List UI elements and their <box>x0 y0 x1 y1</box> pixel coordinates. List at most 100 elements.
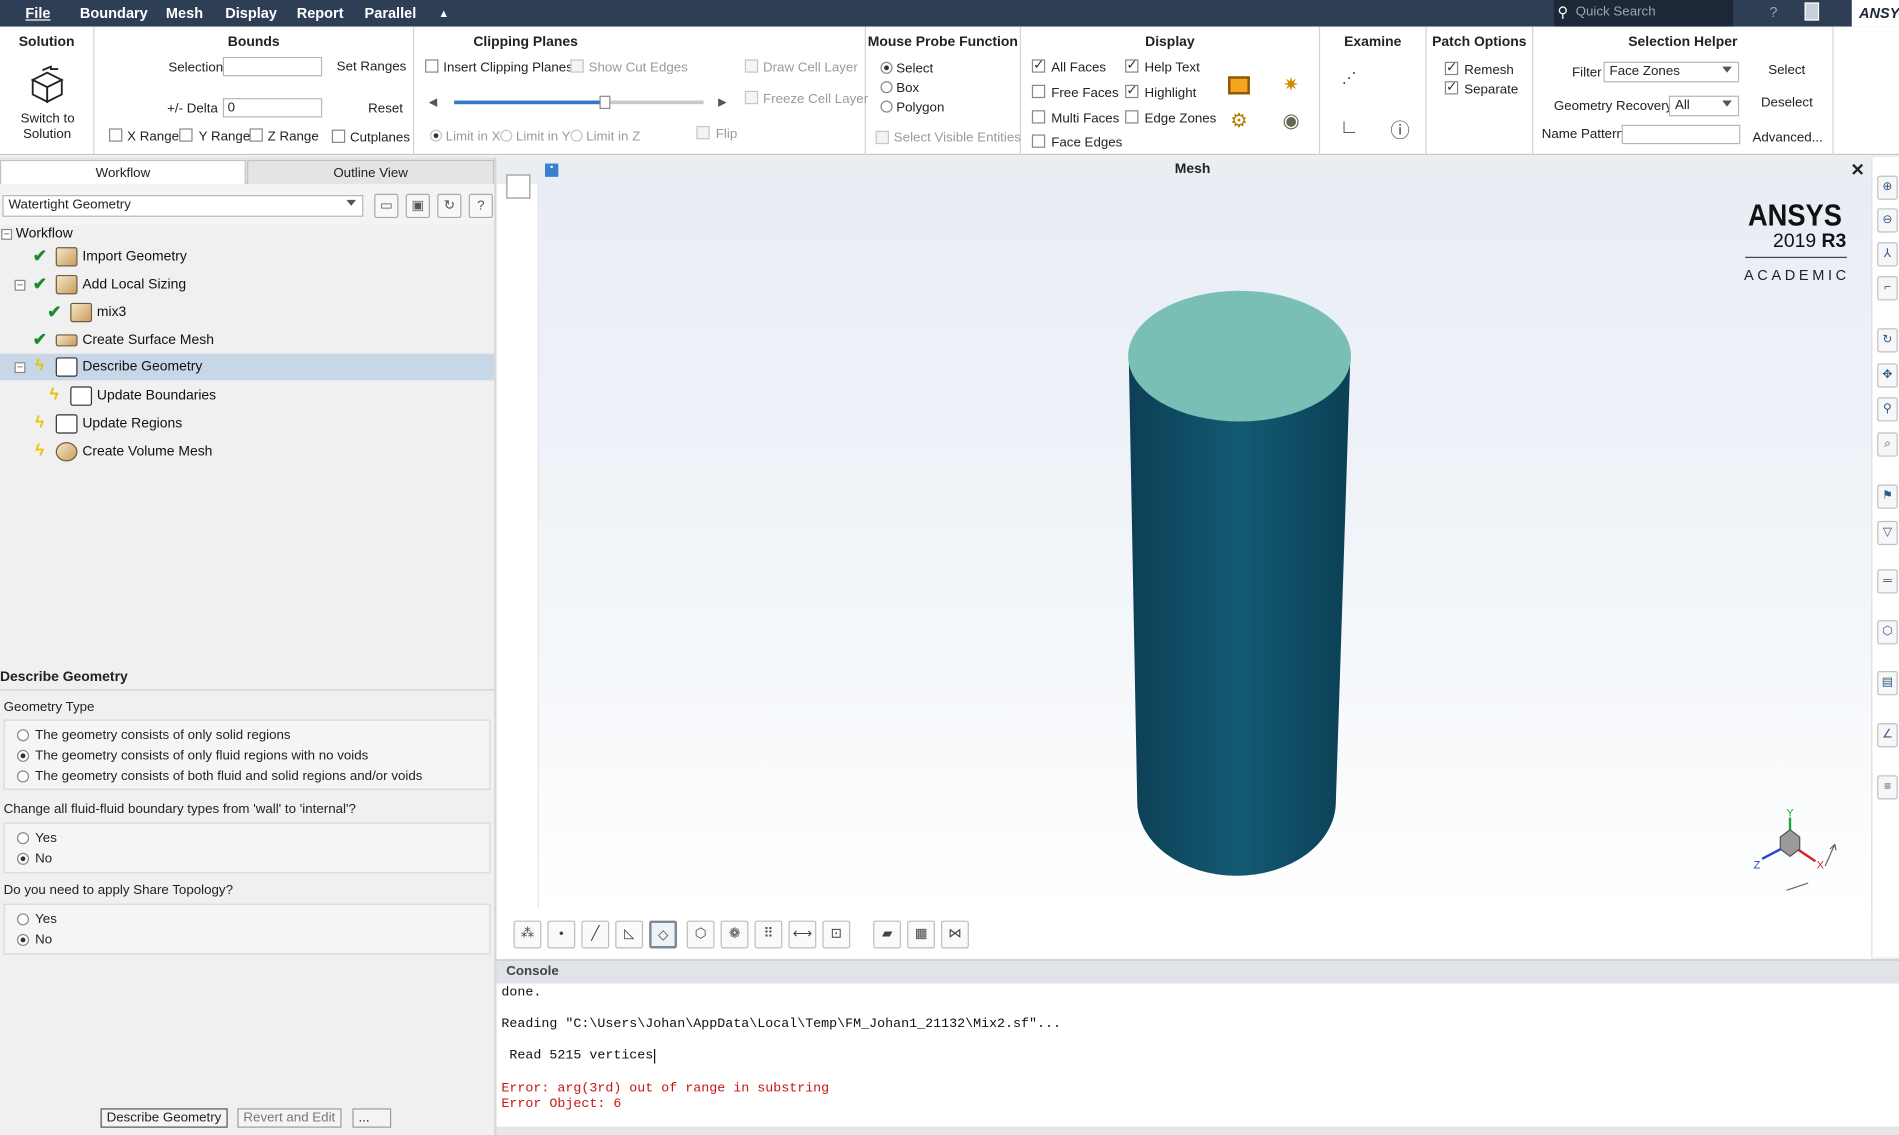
y-range-checkbox[interactable] <box>179 128 193 142</box>
graphics-viewport[interactable]: ANSYS 2019 R3 ACADEMIC Y X Z <box>538 184 1872 909</box>
probe-icon[interactable]: ⋈ <box>941 920 969 949</box>
multi-faces-checkbox[interactable] <box>1031 110 1046 124</box>
limit-y-radio[interactable] <box>500 129 513 142</box>
slider-left-arrow-icon[interactable]: ◀ <box>429 96 437 109</box>
geometry-option-both[interactable]: The geometry consists of both fluid and … <box>16 768 422 784</box>
select-node-icon[interactable]: • <box>547 920 576 949</box>
close-icon[interactable]: ✕ <box>1851 160 1865 181</box>
frame-icon[interactable]: ⌐ <box>1877 276 1898 301</box>
fluid-option-yes[interactable]: Yes <box>16 830 57 845</box>
edge-zones-checkbox[interactable] <box>1125 110 1139 124</box>
more-options-button[interactable]: ... <box>352 1108 392 1128</box>
probe-select-radio[interactable] <box>880 61 893 74</box>
x-range-checkbox[interactable] <box>108 128 123 142</box>
radio[interactable] <box>16 770 30 783</box>
collapse-icon[interactable]: − <box>14 362 26 374</box>
tree-item-mix3[interactable]: ✔ mix3 <box>0 299 495 326</box>
cylinder-geometry[interactable] <box>1120 281 1362 887</box>
limit-z-radio[interactable] <box>570 129 583 142</box>
clip-slider-thumb[interactable] <box>599 95 610 110</box>
help-icon[interactable]: ? <box>468 193 493 219</box>
advanced-button[interactable]: Advanced... <box>1752 131 1822 146</box>
name-pattern-field[interactable] <box>1621 124 1741 145</box>
ribbon-collapse-icon[interactable]: ▲ <box>438 7 449 19</box>
radio[interactable] <box>16 913 30 926</box>
delta-field[interactable]: 0 <box>222 98 323 118</box>
tree-item-update-regions[interactable]: ϟ Update Regions <box>0 411 495 438</box>
collapse-icon[interactable]: − <box>1 228 13 240</box>
light-icon[interactable]: ✷ <box>1276 70 1305 99</box>
face-edges-checkbox[interactable] <box>1031 134 1046 148</box>
tab-workflow[interactable]: Workflow <box>0 159 246 185</box>
tree-item-create-volume-mesh[interactable]: ϟ Create Volume Mesh <box>0 438 495 465</box>
select-line-icon[interactable]: ⟷ <box>788 920 817 949</box>
menu-file[interactable]: File <box>25 5 50 22</box>
table-icon[interactable]: ▤ <box>1877 671 1898 696</box>
radio[interactable] <box>16 832 30 845</box>
probe-box-radio[interactable] <box>880 81 893 94</box>
radio[interactable] <box>16 749 30 762</box>
select-group-icon[interactable]: ⠿ <box>754 920 783 949</box>
help-text-checkbox[interactable] <box>1125 57 1139 73</box>
clip-slider-track[interactable] <box>454 95 704 110</box>
slider-right-arrow-icon[interactable]: ▶ <box>718 96 726 109</box>
insert-clipping-planes-checkbox[interactable] <box>425 59 439 73</box>
zoom-box-icon[interactable]: ⌕ <box>1877 432 1898 457</box>
console-output[interactable]: done. Reading "C:\Users\Johan\AppData\Lo… <box>496 983 1899 1127</box>
menu-mesh[interactable]: Mesh <box>166 5 203 22</box>
select-face-icon[interactable]: ◺ <box>615 920 644 949</box>
workflow-select[interactable]: Watertight Geometry <box>2 195 364 217</box>
filter-icon[interactable]: ▽ <box>1877 520 1898 546</box>
fluid-option-no[interactable]: No <box>16 850 52 866</box>
tree-item-add-local-sizing[interactable]: − ✔ Add Local Sizing <box>0 271 495 298</box>
freeze-cell-layer-checkbox[interactable] <box>744 90 759 105</box>
show-cut-edges-checkbox[interactable] <box>570 59 584 73</box>
select-points-icon[interactable]: ⁂ <box>513 920 542 949</box>
axes-icon[interactable]: ⅄ <box>1877 242 1898 267</box>
menu-display[interactable]: Display <box>225 5 277 22</box>
select-body-icon[interactable]: ❁ <box>720 920 749 949</box>
probe-polygon-radio[interactable] <box>880 100 893 113</box>
plot-icon[interactable]: ∠ <box>1877 723 1898 748</box>
select-box-icon[interactable]: ⊡ <box>822 920 851 949</box>
separate-checkbox[interactable] <box>1444 79 1459 95</box>
document-icon[interactable] <box>1804 2 1820 21</box>
tree-item-create-surface-mesh[interactable]: ✔ Create Surface Mesh <box>0 327 495 354</box>
revert-and-edit-button[interactable]: Revert and Edit <box>237 1108 342 1128</box>
zoom-icon[interactable]: ⚲ <box>1877 397 1898 422</box>
zoom-fit-icon[interactable]: ⊕ <box>1877 175 1898 200</box>
settings-gear-icon[interactable]: ⚙ <box>1224 107 1253 136</box>
surface-mesh-icon[interactable]: ▰ <box>873 920 902 949</box>
distance-icon[interactable]: ⋰ <box>1335 63 1364 92</box>
radio[interactable] <box>16 729 30 742</box>
share-option-yes[interactable]: Yes <box>16 911 57 927</box>
rotate-icon[interactable]: ↻ <box>1877 328 1898 353</box>
tree-item-update-boundaries[interactable]: ϟ Update Boundaries <box>0 383 495 410</box>
console-scroll-edge[interactable] <box>496 1126 1899 1135</box>
ruler-icon[interactable]: ═ <box>1877 569 1898 594</box>
tree-item-import-geometry[interactable]: ✔ Import Geometry <box>0 243 495 270</box>
zoom-out-icon[interactable]: ⊖ <box>1877 208 1898 233</box>
select-button[interactable]: Select <box>1768 63 1805 78</box>
menu-parallel[interactable]: Parallel <box>365 5 417 22</box>
info-icon[interactable]: ⓘ <box>1385 114 1414 143</box>
radio[interactable] <box>16 852 30 865</box>
cutplanes-checkbox[interactable] <box>331 129 346 143</box>
share-option-no[interactable]: No <box>16 931 52 947</box>
panel-toggle-icon[interactable] <box>506 174 531 199</box>
save-icon[interactable]: ▣ <box>405 193 430 219</box>
set-ranges-button[interactable]: Set Ranges <box>337 59 407 74</box>
menu-report[interactable]: Report <box>297 5 344 22</box>
geometry-recovery-dropdown[interactable]: All <box>1668 95 1740 117</box>
collapse-icon[interactable]: − <box>14 279 26 291</box>
highlight-checkbox[interactable] <box>1125 82 1139 99</box>
remesh-checkbox[interactable] <box>1444 59 1459 76</box>
free-faces-checkbox[interactable] <box>1031 84 1046 99</box>
pan-icon[interactable]: ✥ <box>1877 363 1898 388</box>
select-zone-icon[interactable]: ◇ <box>649 920 678 949</box>
tree-item-describe-geometry[interactable]: − ϟ Describe Geometry <box>0 353 496 381</box>
menu-boundary[interactable]: Boundary <box>80 5 148 22</box>
geometry-option-fluid[interactable]: The geometry consists of only fluid regi… <box>16 747 368 763</box>
quick-search-input[interactable]: ⚲ Quick Search <box>1553 0 1734 27</box>
z-range-checkbox[interactable] <box>249 128 263 142</box>
